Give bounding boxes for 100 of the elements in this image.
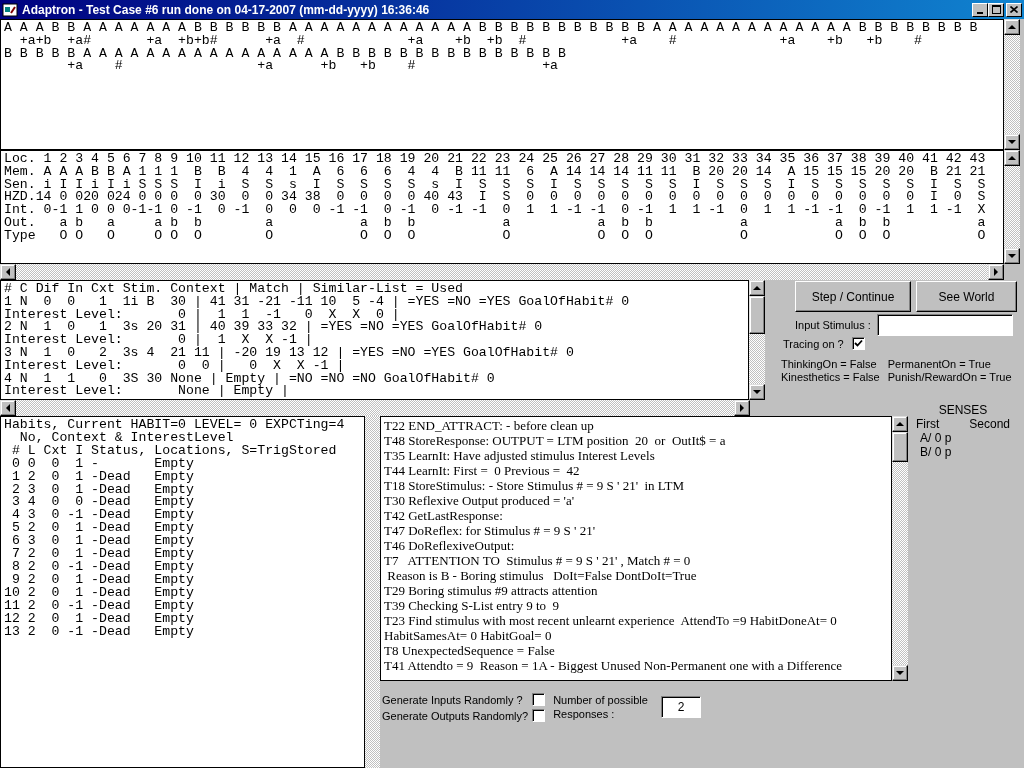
- arrow-down-icon: [1008, 140, 1016, 144]
- stimulus-line: Interest Level: 0 | 1 X X -1 |: [4, 334, 313, 347]
- arrow-down-icon: [753, 390, 761, 394]
- log-line: T42 GetLastResponse:: [384, 508, 503, 523]
- arrow-left-icon: [6, 268, 10, 276]
- arrow-right-icon: [740, 404, 744, 412]
- checkbox-label: Tracing on ?: [783, 337, 844, 350]
- habit-line: 5 2 0 1 -Dead Empty: [10, 522, 194, 536]
- log-line: T18 StoreStimulus: - Store Stimulus # = 9 S ' 21' in LTM: [384, 478, 685, 493]
- habit-line: 6 3 0 1 -Dead Empty: [10, 535, 194, 549]
- habit-line: 13 2 0 -1 -Dead Empty: [4, 625, 194, 639]
- log-line: Reason is B - Boring stimulus DoIt=False DontDoIt=True: [386, 568, 697, 583]
- vertical-scrollbar[interactable]: [749, 280, 765, 400]
- checkbox[interactable]: [851, 337, 865, 350]
- stimulus-line: 1 N 0 0 1 1i B 30 | 41 31 -21 -11 10 5 -4 | =YES =NO =YES GoalOfHabit# 0: [4, 295, 630, 309]
- habit-line: 3 4 0 0 -Dead Empty: [10, 496, 194, 510]
- scroll-thumb[interactable]: [892, 432, 908, 462]
- log-line: HabitSamesAt= 0 HabitGoal= 0: [384, 628, 552, 643]
- close-button[interactable]: [1006, 2, 1022, 17]
- sense-value: B/ 0 p: [920, 445, 953, 459]
- minimize-icon: [977, 11, 983, 14]
- log-line: T29 Boring stimulus #9 attracts attention: [384, 583, 598, 598]
- scroll-down-button[interactable]: [1004, 248, 1020, 264]
- scroll-up-button[interactable]: [1004, 150, 1020, 166]
- log-line: T22 END_ATTRACT: - before clean up: [384, 418, 594, 433]
- ltm-row: Type O O O O O O O O O O O O O O O O O O O: [4, 229, 986, 243]
- vertical-scrollbar[interactable]: [1004, 19, 1020, 150]
- column-heading: First: [916, 417, 940, 431]
- trace-log-box[interactable]: [380, 416, 892, 681]
- log-line: T47 DoReflex: for Stimulus # = 9 S ' 21': [384, 523, 595, 538]
- status-text: PermanentOn = True: [887, 358, 992, 371]
- habit-line: 9 2 0 1 -Dead Empty: [10, 573, 194, 587]
- vertical-scrollbar[interactable]: [1004, 150, 1020, 264]
- stimulus-line: 3 N 1 0 2 3s 4 21 11 | -20 19 13 12 | =YES =NO =YES GoalOfHabit# 0: [4, 347, 574, 360]
- action-button[interactable]: See World: [916, 281, 1017, 312]
- vertical-scrollbar[interactable]: [892, 416, 908, 681]
- habit-line: 0 0 0 1 - Empty: [10, 457, 194, 471]
- horizontal-scrollbar[interactable]: [0, 400, 750, 416]
- log-line: T8 UnexpectedSequence = False: [384, 643, 555, 658]
- action-button[interactable]: Step / Continue: [795, 281, 911, 312]
- ltm-row: Int. 0-1 1 0 0 0-1-1 0 -1 0 -1 0 0 0 -1 -1 0 -1 0 -1 -1 0 1 1 -1 -1 0 -1 1 1 -1 0 1 1 -1 -1 0 -1 1 1 -1 X: [4, 204, 986, 217]
- scroll-down-button[interactable]: [749, 384, 765, 400]
- habit-line: 1 2 0 1 -Dead Empty: [10, 470, 194, 484]
- ltm-row: Mem. A A A B B A 1 1 1 B B 4 4 1 A 6 6 6 4 4 B 11 11 6 A 14 14 14 11 11 B 20 20 14 A 15 15 15 20 20 B 21 21: [4, 165, 986, 179]
- arrow-up-icon: [1008, 25, 1016, 29]
- scroll-right-button[interactable]: [734, 400, 750, 416]
- habit-line: # L Cxt I Status, Locations, S=TrigStored: [10, 444, 337, 458]
- checkbox[interactable]: [532, 709, 546, 722]
- minimize-button[interactable]: [972, 2, 988, 17]
- log-line: T30 Reflexive Output produced = 'a': [384, 493, 574, 508]
- stimulus-list-box[interactable]: [0, 280, 749, 400]
- scroll-left-button[interactable]: [0, 400, 16, 416]
- arrow-up-icon: [896, 422, 904, 426]
- habit-line: 10 2 0 1 -Dead Empty: [4, 586, 194, 600]
- habit-line: Habits, Current HABIT=0 LEVEL= 0 EXPCTing=4: [4, 419, 345, 432]
- scroll-up-button[interactable]: [749, 280, 765, 296]
- scroll-up-button[interactable]: [892, 416, 908, 432]
- app-icon: [2, 1, 18, 18]
- stimulus-line: 4 N 1 1 0 3S 30 None | Empty | =NO =NO =NO GoalOfHabit# 0: [4, 372, 495, 386]
- ltm-row: Sen. i I I i I i S S S I i S S s I S S S S s I S S S I S S S S S I S S S I S S S S S I S S: [4, 178, 986, 192]
- arrow-up-icon: [753, 286, 761, 290]
- ltm-row: Loc. 1 2 3 4 5 6 7 8 9 10 11 12 13 14 15 16 17 18 19 20 21 22 23 24 25 26 27 28 29 30 31 32 33 34 35 36 37 38 39 40 41 42 43: [4, 153, 986, 166]
- status-text: Kinesthetics = False: [781, 371, 880, 384]
- log-line: T23 Find stimulus with most recent unlearnt experience AttendTo =9 HabitDoneAt= 0: [384, 613, 837, 628]
- scroll-down-button[interactable]: [892, 665, 908, 681]
- status-text: ThinkingOn = False: [781, 358, 878, 371]
- habit-line: 4 3 0 -1 -Dead Empty: [10, 509, 194, 523]
- status-text: Punish/RewardOn = True: [887, 371, 1012, 384]
- scroll-up-button[interactable]: [1004, 19, 1020, 35]
- responses-field[interactable]: 2: [661, 696, 702, 718]
- stimulus-line: Interest Level: 0 | 1 1 -1 0 X X 0 |: [4, 308, 400, 322]
- scroll-thumb[interactable]: [749, 296, 765, 334]
- window-title: Adaptron - Test Case #6 run done on 04-17-2007 (mm-dd-yyyy) 16:36:46: [22, 2, 431, 17]
- habit-line: 2 3 0 1 -Dead Empty: [10, 483, 194, 497]
- checkbox[interactable]: [532, 693, 546, 706]
- field-label: Input Stimulus :: [795, 319, 871, 331]
- trace-line: +a+b +a# +a +b+b# +a # +a +b +b # +a # +a +b +b #: [18, 34, 922, 48]
- scroll-right-button[interactable]: [988, 264, 1004, 280]
- maximize-icon: [991, 5, 1001, 14]
- log-line: T41 Attendto = 9 Reason = 1A - Biggest Unused Non-Permanent one with a Difference: [384, 658, 843, 673]
- habit-line: No, Context & InterestLevel: [19, 431, 234, 445]
- trace-line: A A A B B A A A A A A A B B B B B B A A A A A A A A A A A A B B B B B B B B B B B A A A A A A A A A A A A A B B B B B B B B: [4, 22, 978, 35]
- ltm-table-box[interactable]: [0, 150, 1004, 264]
- field-label: Number of possible Responses :: [553, 693, 649, 722]
- stimulus-line: 2 N 1 0 1 3s 20 31 | 40 39 33 32 | =YES =NO =YES GoalOfHabit# 0: [4, 321, 543, 335]
- scroll-left-button[interactable]: [0, 264, 16, 280]
- event-trace-box[interactable]: [0, 19, 1004, 150]
- input-field[interactable]: [876, 314, 1013, 336]
- checkbox-label: Generate Inputs Randomly ?: [382, 693, 524, 706]
- habit-line: 11 2 0 -1 -Dead Empty: [4, 599, 194, 613]
- log-line: T7 ATTENTION TO Stimulus # = 9 S ' 21' , Match # = 0: [384, 553, 691, 568]
- habits-box[interactable]: [0, 416, 365, 768]
- scrollbar-track[interactable]: [365, 416, 380, 768]
- stimulus-line: # C Dif In Cxt Stim. Context | Match | Similar-List = Used: [4, 283, 463, 296]
- log-line: T44 LearnIt: First = 0 Previous = 42: [384, 463, 580, 478]
- maximize-button[interactable]: [988, 2, 1004, 17]
- arrow-right-icon: [994, 268, 998, 276]
- scroll-down-button[interactable]: [1004, 134, 1020, 150]
- horizontal-scrollbar[interactable]: [0, 264, 1004, 280]
- stimulus-line: Interest Level: 0 0 | 0 X X -1 |: [4, 359, 345, 373]
